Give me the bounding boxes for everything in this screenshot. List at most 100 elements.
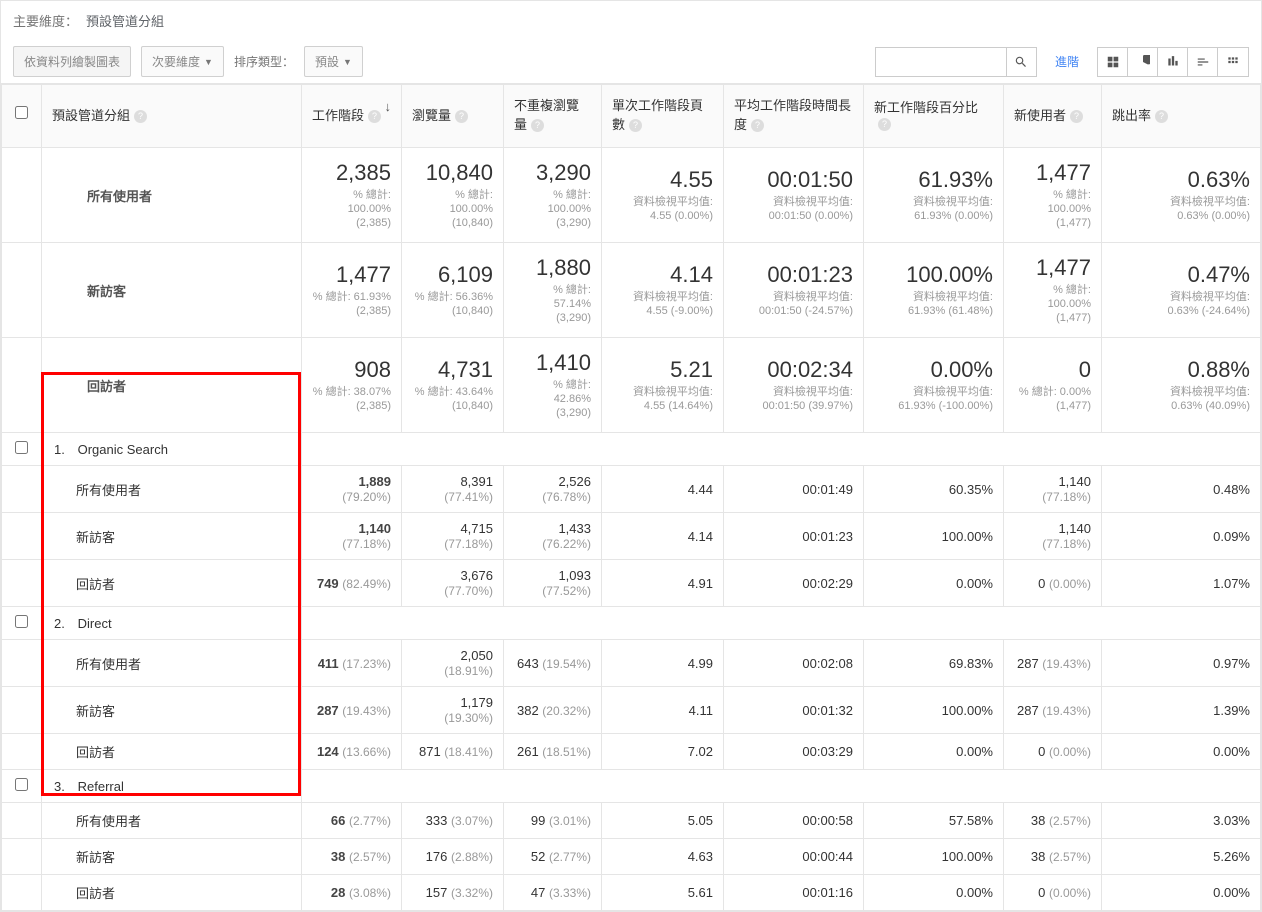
plot-rows-button[interactable]: 依資料列繪製圖表 [13, 46, 131, 77]
help-icon[interactable]: ? [629, 119, 642, 132]
channel-name[interactable]: 1. Organic Search [42, 433, 302, 466]
new-users-cell: 287 (19.43%) [1004, 640, 1102, 687]
pageviews-cell: 176 (2.88%) [402, 839, 504, 875]
search-icon [1014, 55, 1028, 69]
unique-pv-cell: 1,433 (76.22%) [504, 513, 602, 560]
help-icon[interactable]: ? [134, 110, 147, 123]
sort-type-value: 預設 [315, 53, 339, 70]
sessions-cell: 28 (3.08%) [302, 875, 402, 911]
pivot-view-icon[interactable] [1218, 48, 1248, 76]
help-icon[interactable]: ? [751, 119, 764, 132]
new-users-cell: 0 (0.00%) [1004, 875, 1102, 911]
new-users-cell: 287 (19.43%) [1004, 687, 1102, 734]
secondary-dimension-button[interactable]: 次要維度 ▼ [141, 46, 224, 77]
col-sessions[interactable]: 工作階段?↓ [302, 85, 402, 148]
pageviews-cell: 871 (18.41%) [402, 734, 504, 770]
segment-row: 回訪者124 (13.66%)871 (18.41%)261 (18.51%)7… [2, 734, 1261, 770]
new-users-cell: 38 (2.57%) [1004, 839, 1102, 875]
sessions-cell: 1,477% 總計: 61.93%(2,385) [302, 243, 402, 338]
pps-cell: 5.21資料檢視平均值:4.55 (14.64%) [602, 338, 724, 433]
unique-pv-cell: 261 (18.51%) [504, 734, 602, 770]
col-bounce[interactable]: 跳出率? [1102, 85, 1261, 148]
new-session-pct-cell: 0.00% [864, 560, 1004, 607]
help-icon[interactable]: ? [1070, 110, 1083, 123]
pps-cell: 5.05 [602, 803, 724, 839]
col-new-session-pct[interactable]: 新工作階段百分比? [864, 85, 1004, 148]
segment-name: 回訪者 [42, 560, 302, 607]
bounce-cell: 0.88%資料檢視平均值:0.63% (40.09%) [1102, 338, 1261, 433]
row-checkbox[interactable] [15, 615, 28, 628]
row-checkbox[interactable] [15, 778, 28, 791]
pps-cell: 4.44 [602, 466, 724, 513]
chevron-down-icon: ▼ [204, 57, 213, 67]
duration-cell: 00:01:32 [724, 687, 864, 734]
unique-pv-cell: 1,880% 總計: 57.14%(3,290) [504, 243, 602, 338]
search-input[interactable] [876, 51, 1006, 73]
sessions-cell: 124 (13.66%) [302, 734, 402, 770]
search-button[interactable] [1006, 48, 1036, 76]
col-unique-pv[interactable]: 不重複瀏覽量? [504, 85, 602, 148]
help-icon[interactable]: ? [455, 110, 468, 123]
help-icon[interactable]: ? [531, 119, 544, 132]
toolbar: 依資料列繪製圖表 次要維度 ▼ 排序類型： 預設 ▼ 進階 [1, 40, 1261, 84]
col-avg-duration[interactable]: 平均工作階段時間長度? [724, 85, 864, 148]
unique-pv-cell: 382 (20.32%) [504, 687, 602, 734]
new-session-pct-cell: 0.00%資料檢視平均值:61.93% (-100.00%) [864, 338, 1004, 433]
duration-cell: 00:01:23資料檢視平均值:00:01:50 (-24.57%) [724, 243, 864, 338]
new-session-pct-cell: 100.00% [864, 687, 1004, 734]
pageviews-cell: 10,840% 總計:100.00%(10,840) [402, 148, 504, 243]
new-users-cell: 1,140 (77.18%) [1004, 513, 1102, 560]
select-all-header[interactable] [2, 85, 42, 148]
pie-view-icon[interactable] [1128, 48, 1158, 76]
channel-name[interactable]: 3. Referral [42, 770, 302, 803]
segment-name: 所有使用者 [42, 148, 302, 243]
pps-cell: 4.14 [602, 513, 724, 560]
advanced-link[interactable]: 進階 [1047, 53, 1087, 70]
bounce-cell: 0.47%資料檢視平均值:0.63% (-24.64%) [1102, 243, 1261, 338]
row-checkbox-cell[interactable] [2, 433, 42, 466]
primary-dimension-value[interactable]: 預設管道分組 [86, 11, 164, 30]
sessions-cell: 1,889 (79.20%) [302, 466, 402, 513]
col-new-users[interactable]: 新使用者? [1004, 85, 1102, 148]
channel-name[interactable]: 2. Direct [42, 607, 302, 640]
pageviews-cell: 2,050 (18.91%) [402, 640, 504, 687]
bounce-cell: 1.39% [1102, 687, 1261, 734]
new-users-cell: 1,477% 總計:100.00%(1,477) [1004, 148, 1102, 243]
select-all-checkbox[interactable] [15, 106, 28, 119]
bar-view-icon[interactable] [1158, 48, 1188, 76]
segment-row: 所有使用者66 (2.77%)333 (3.07%)99 (3.01%)5.05… [2, 803, 1261, 839]
row-checkbox-cell[interactable] [2, 607, 42, 640]
help-icon[interactable]: ? [878, 118, 891, 131]
new-users-cell: 1,140 (77.18%) [1004, 466, 1102, 513]
summary-row: 回訪者908% 總計: 38.07%(2,385)4,731% 總計: 43.6… [2, 338, 1261, 433]
comparison-view-icon[interactable] [1188, 48, 1218, 76]
primary-dimension-bar: 主要維度： 預設管道分組 [1, 1, 1261, 40]
unique-pv-cell: 3,290% 總計:100.00%(3,290) [504, 148, 602, 243]
duration-cell: 00:02:08 [724, 640, 864, 687]
summary-row: 所有使用者2,385% 總計:100.00%(2,385)10,840% 總計:… [2, 148, 1261, 243]
new-session-pct-cell: 60.35% [864, 466, 1004, 513]
sessions-cell: 66 (2.77%) [302, 803, 402, 839]
col-pageviews[interactable]: 瀏覽量? [402, 85, 504, 148]
bounce-cell: 0.97% [1102, 640, 1261, 687]
col-pages-per-session[interactable]: 單次工作階段頁數? [602, 85, 724, 148]
duration-cell: 00:01:23 [724, 513, 864, 560]
row-checkbox[interactable] [15, 441, 28, 454]
segment-name: 回訪者 [42, 338, 302, 433]
new-users-cell: 0 (0.00%) [1004, 734, 1102, 770]
duration-cell: 00:00:58 [724, 803, 864, 839]
bounce-cell: 0.00% [1102, 734, 1261, 770]
help-icon[interactable]: ? [1155, 110, 1168, 123]
sort-type-button[interactable]: 預設 ▼ [304, 46, 363, 77]
table-view-icon[interactable] [1098, 48, 1128, 76]
duration-cell: 00:02:29 [724, 560, 864, 607]
new-session-pct-cell: 100.00%資料檢視平均值:61.93% (61.48%) [864, 243, 1004, 338]
pps-cell: 4.63 [602, 839, 724, 875]
help-icon[interactable]: ? [368, 110, 381, 123]
col-channel[interactable]: 預設管道分組? [42, 85, 302, 148]
row-checkbox-cell[interactable] [2, 770, 42, 803]
duration-cell: 00:03:29 [724, 734, 864, 770]
bounce-cell: 0.00% [1102, 875, 1261, 911]
segment-name: 所有使用者 [42, 640, 302, 687]
new-users-cell: 0 (0.00%) [1004, 560, 1102, 607]
